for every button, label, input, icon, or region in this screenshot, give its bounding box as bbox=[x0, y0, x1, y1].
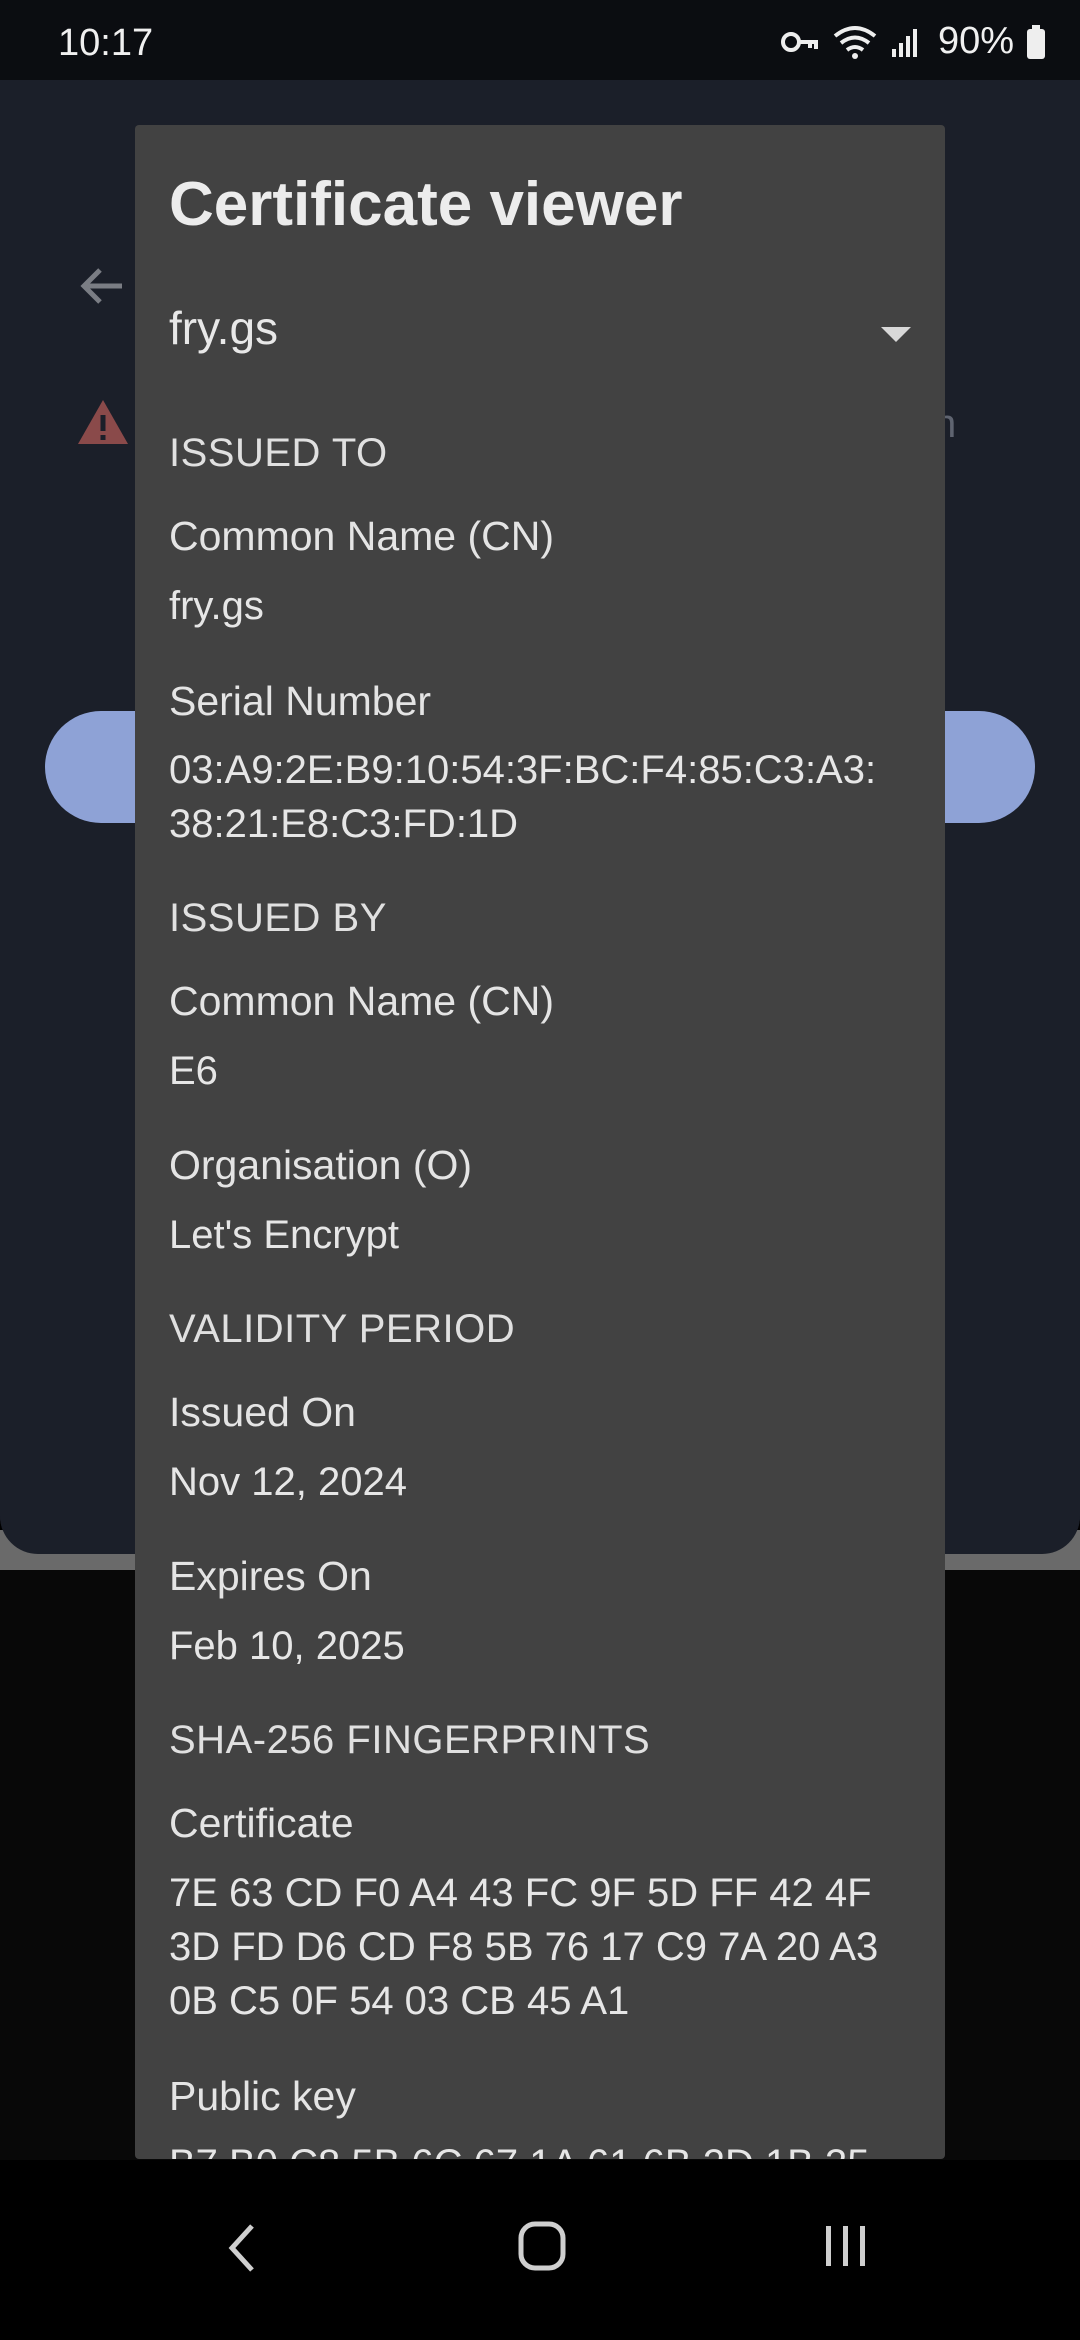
section-validity-period: VALIDITY PERIOD bbox=[169, 1307, 516, 1351]
issued-to-cn-value: fry.gs bbox=[169, 584, 264, 628]
section-issued-to: ISSUED TO bbox=[169, 431, 388, 475]
organisation-label: Organisation (O) bbox=[169, 1142, 473, 1188]
expires-on-value: Feb 10, 2025 bbox=[169, 1624, 405, 1668]
serial-number-line-2: 38:21:E8:C3:FD:1D bbox=[169, 802, 519, 846]
back-arrow-icon bbox=[80, 268, 122, 304]
issued-on-label: Issued On bbox=[169, 1389, 356, 1435]
serial-number-label: Serial Number bbox=[169, 678, 432, 724]
certificate-fingerprint-line-3: 0B C5 0F 54 03 CB 45 A1 bbox=[169, 1979, 630, 2023]
warning-icon bbox=[78, 400, 128, 444]
section-issued-by: ISSUED BY bbox=[169, 896, 387, 940]
issued-by-cn-value: E6 bbox=[169, 1049, 218, 1093]
certificate-fingerprint-line-2: 3D FD D6 CD F8 5B 76 17 C9 7A 20 A3 bbox=[169, 1925, 879, 1969]
dialog-title: Certificate viewer bbox=[169, 170, 683, 239]
certificate-fingerprint-line-1: 7E 63 CD F0 A4 43 FC 9F 5D FF 42 4F bbox=[169, 1871, 872, 1915]
battery-icon bbox=[1027, 24, 1045, 59]
certificate-fingerprint-label: Certificate bbox=[169, 1800, 354, 1846]
section-sha256-fingerprints: SHA-256 FINGERPRINTS bbox=[169, 1718, 651, 1762]
issued-to-cn-label: Common Name (CN) bbox=[169, 513, 554, 559]
nav-recents-icon[interactable] bbox=[822, 2220, 870, 2272]
issued-on-value: Nov 12, 2024 bbox=[169, 1460, 407, 1504]
navigation-bar bbox=[0, 2160, 1080, 2340]
signal-icon bbox=[891, 28, 917, 57]
dropdown-value: fry.gs bbox=[169, 302, 279, 354]
vpn-key-icon bbox=[780, 31, 818, 52]
expires-on-label: Expires On bbox=[169, 1553, 372, 1599]
battery-percent: 90% bbox=[937, 20, 1014, 62]
nav-back-icon[interactable] bbox=[222, 2220, 262, 2276]
wifi-icon bbox=[833, 25, 877, 59]
status-bar: 10:17 90% bbox=[0, 0, 1080, 80]
chevron-down-icon bbox=[881, 327, 911, 342]
public-key-line-1: B7 B0 C8 5B 6C 67 1A 61 6B 2D 1B 35 bbox=[169, 2137, 929, 2159]
public-key-label: Public key bbox=[169, 2073, 356, 2119]
issued-by-cn-label: Common Name (CN) bbox=[169, 978, 554, 1024]
status-time: 10:17 bbox=[58, 22, 154, 64]
certificate-dropdown[interactable]: fry.gs bbox=[169, 301, 911, 371]
certificate-viewer-dialog: Certificate viewer fry.gs ISSUED TO Comm… bbox=[135, 125, 945, 2159]
nav-home-icon[interactable] bbox=[518, 2220, 566, 2272]
status-icons: 90% bbox=[780, 20, 1046, 63]
organisation-value: Let's Encrypt bbox=[169, 1213, 399, 1257]
serial-number-line-1: 03:A9:2E:B9:10:54:3F:BC:F4:85:C3:A3: bbox=[169, 748, 877, 792]
